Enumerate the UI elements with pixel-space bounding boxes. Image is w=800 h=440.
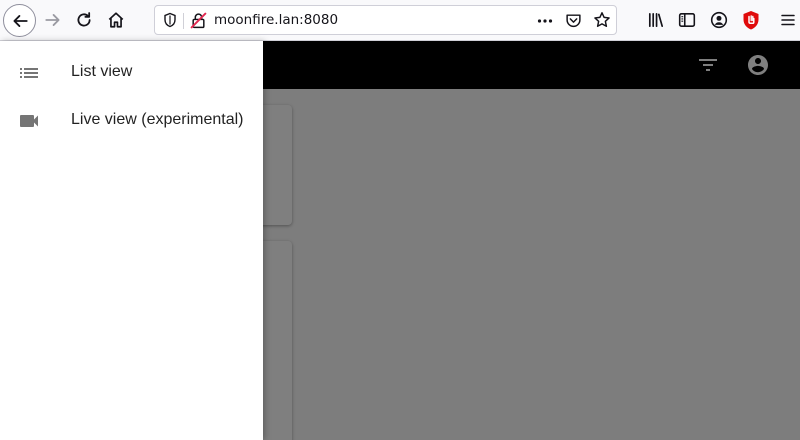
star-icon[interactable]	[593, 11, 611, 33]
reload-button[interactable]	[69, 5, 99, 35]
sidebar-icon	[678, 13, 696, 27]
list-icon	[17, 61, 41, 85]
reload-icon	[77, 12, 91, 27]
home-icon	[108, 12, 124, 28]
back-button[interactable]	[3, 4, 36, 37]
videocam-icon	[17, 109, 41, 133]
browser-toolbar: moonfire.lan:8080	[0, 0, 800, 41]
ublock-extension-button[interactable]	[736, 5, 766, 35]
account-icon	[710, 11, 728, 29]
insecure-lock-icon[interactable]	[190, 12, 207, 33]
arrow-left-icon	[12, 14, 28, 27]
drawer-item-list-view[interactable]: List view	[0, 49, 263, 97]
home-button[interactable]	[101, 5, 131, 35]
navigation-drawer: List view Live view (experimental)	[0, 41, 263, 440]
url-divider	[183, 13, 184, 29]
sidebar-button[interactable]	[672, 5, 702, 35]
library-button[interactable]	[641, 5, 671, 35]
account-button[interactable]	[704, 5, 734, 35]
url-bar[interactable]: moonfire.lan:8080	[154, 5, 617, 35]
hamburger-menu-icon	[780, 14, 795, 26]
drawer-item-label: Live view (experimental)	[71, 111, 244, 128]
drawer-item-live-view[interactable]: Live view (experimental)	[0, 97, 263, 145]
arrow-right-icon	[45, 14, 60, 26]
pocket-icon[interactable]	[565, 12, 582, 33]
forward-button[interactable]	[38, 5, 68, 35]
menu-button[interactable]	[775, 5, 800, 35]
drawer-item-label: List view	[71, 63, 133, 80]
ellipsis-icon[interactable]	[536, 12, 554, 34]
url-text[interactable]: moonfire.lan:8080	[214, 12, 338, 28]
ublock-icon	[743, 11, 759, 30]
shield-icon[interactable]	[162, 12, 178, 32]
library-icon	[648, 12, 664, 28]
